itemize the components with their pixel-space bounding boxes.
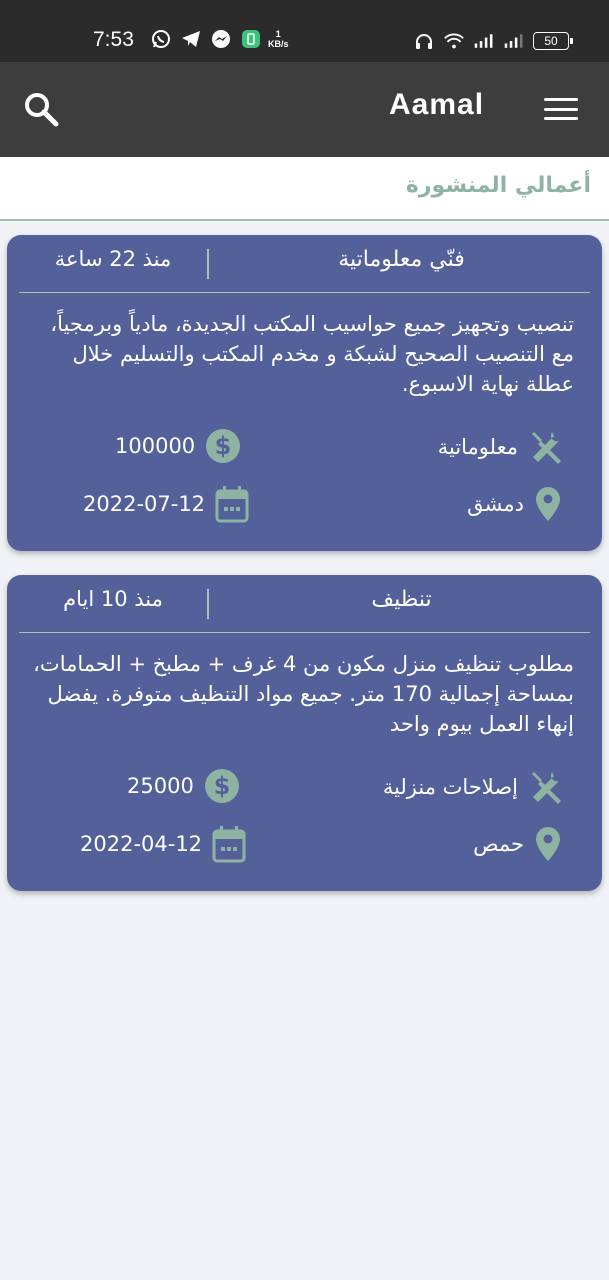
menu-icon[interactable]: [544, 95, 578, 123]
svg-text:$: $: [213, 772, 230, 800]
signal-icon: [473, 30, 495, 52]
card-header: منذ 10 ايام تنظيف: [19, 575, 590, 633]
job-price: 25000 $: [127, 768, 240, 804]
whatsapp-icon: [150, 28, 172, 50]
job-date: 2022-04-12: [80, 825, 246, 863]
job-city: حمص: [473, 825, 562, 863]
messenger-icon: [210, 28, 232, 50]
price-value: 100000: [115, 434, 196, 458]
job-price: 100000 $: [115, 428, 241, 464]
section-title: أعمالي المنشورة: [405, 173, 591, 198]
field-label: إصلاحات منزلية: [382, 775, 518, 799]
location-icon: [534, 825, 562, 863]
header-divider: [207, 249, 209, 279]
svg-text:$: $: [215, 432, 232, 460]
date-value: 2022-07-12: [83, 492, 206, 516]
job-card[interactable]: منذ 10 ايام تنظيف مطلوب تنظيف منزل مكون …: [7, 575, 602, 891]
posted-time: منذ 10 ايام: [63, 587, 163, 611]
job-category: فنّي معلوماتية: [338, 247, 465, 272]
job-category: تنظيف: [371, 587, 432, 612]
notification-icons: [150, 28, 262, 50]
dollar-icon: $: [204, 768, 240, 804]
wifi-icon: [443, 30, 465, 52]
city-label: دمشق: [467, 492, 524, 516]
location-icon: [534, 485, 562, 523]
speed-unit: KB/s: [268, 39, 289, 49]
status-bar: 7:53 1 KB/s 50: [0, 0, 609, 62]
headphones-icon: [413, 30, 435, 52]
dollar-icon: $: [205, 428, 241, 464]
job-city: دمشق: [467, 485, 562, 523]
job-field: معلوماتية: [438, 428, 566, 466]
section-header: أعمالي المنشورة: [0, 157, 609, 221]
calendar-icon: [215, 485, 249, 523]
card-header: منذ 22 ساعة فنّي معلوماتية: [19, 235, 590, 293]
field-label: معلوماتية: [437, 435, 518, 459]
system-icons: 50: [413, 30, 573, 52]
calendar-icon: [212, 825, 246, 863]
network-speed: 1 KB/s: [268, 29, 289, 49]
job-description: مطلوب تنظيف منزل مكون من 4 غرف + مطبخ + …: [33, 652, 574, 736]
battery-level: 50: [544, 34, 558, 48]
search-icon[interactable]: [22, 90, 62, 130]
header-divider: [207, 589, 209, 619]
app-icon: [240, 28, 262, 50]
status-time: 7:53: [93, 28, 134, 51]
posted-time: منذ 22 ساعة: [54, 247, 172, 271]
job-date: 2022-07-12: [83, 485, 249, 523]
job-card[interactable]: منذ 22 ساعة فنّي معلوماتية تنصيب وتجهيز …: [7, 235, 602, 551]
price-value: 25000: [127, 774, 194, 798]
speed-value: 1: [275, 29, 281, 39]
signal-icon-2: [503, 30, 525, 52]
job-description: تنصيب وتجهيز جميع حواسيب المكتب الجديدة،…: [50, 312, 574, 396]
city-label: حمص: [473, 832, 524, 856]
tools-icon: [528, 768, 566, 806]
date-value: 2022-04-12: [80, 832, 203, 856]
battery-icon: 50: [533, 32, 573, 50]
app-bar: Aamal: [0, 62, 609, 157]
telegram-icon: [180, 28, 202, 50]
job-field: إصلاحات منزلية: [383, 768, 566, 806]
app-title: Aamal: [389, 88, 485, 121]
tools-icon: [528, 428, 566, 466]
